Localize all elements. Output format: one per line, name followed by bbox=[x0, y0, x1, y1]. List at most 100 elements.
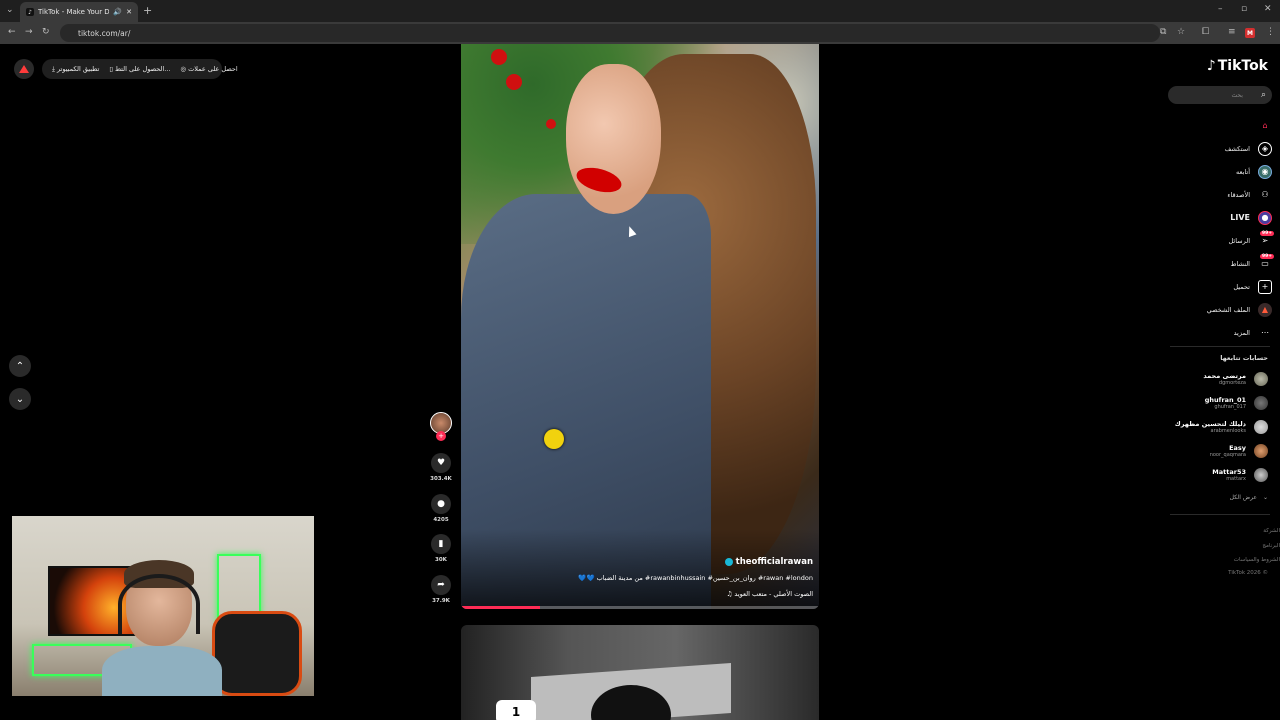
next-video-preview[interactable]: 1 bbox=[461, 625, 819, 720]
sidebar-divider bbox=[1170, 514, 1270, 515]
video-flower bbox=[546, 119, 556, 129]
following-section-title: حسابات تتابعها bbox=[1220, 354, 1268, 362]
upload-icon: + bbox=[1258, 279, 1272, 294]
like-action[interactable]: ♥ 303.4K bbox=[430, 453, 452, 482]
share-action[interactable]: ➦ 37.9K bbox=[430, 575, 452, 604]
reload-icon[interactable]: ↻ bbox=[42, 27, 50, 37]
sidebar-item-following[interactable]: أتابعه ◉ bbox=[1162, 160, 1272, 183]
like-count: 303.4K bbox=[430, 476, 452, 482]
messages-badge: 99+ bbox=[1259, 231, 1274, 236]
footer-program-link[interactable]: البرنامج bbox=[1262, 543, 1280, 549]
search-input[interactable]: بحث ⌕ bbox=[1168, 86, 1272, 104]
get-coins-link[interactable]: ◎ احصل على عملات bbox=[180, 65, 237, 73]
following-account[interactable]: Easy noor_qaqmara bbox=[1210, 444, 1268, 458]
profile-extension-badge[interactable]: M bbox=[1245, 28, 1255, 38]
browser-tab[interactable]: ♪ TikTok - Make Your Day 🔊 ✕ bbox=[20, 2, 138, 22]
profile-icon: ▲ bbox=[1258, 302, 1272, 317]
see-all-link[interactable]: عرض الكل ⌄ bbox=[1230, 494, 1268, 501]
tab-list-icon[interactable]: ⌄ bbox=[6, 5, 14, 15]
comment-count: 4205 bbox=[433, 517, 449, 523]
save-action[interactable]: ▮ 30K bbox=[430, 534, 452, 563]
following-account[interactable]: مرتضى محمد dgmorteza bbox=[1203, 372, 1268, 386]
sidebar-item-more[interactable]: المزيد ⋯ bbox=[1162, 321, 1272, 344]
share-icon[interactable]: ➦ bbox=[431, 575, 451, 595]
video-author[interactable]: theofficialrawan bbox=[724, 557, 813, 567]
minimize-icon[interactable]: – bbox=[1218, 4, 1223, 14]
avatar bbox=[1254, 420, 1268, 434]
search-placeholder: بحث bbox=[1231, 91, 1243, 99]
footer-copyright: TikTok 2026 © bbox=[1228, 570, 1268, 576]
activity-badge: 99+ bbox=[1259, 254, 1274, 259]
browser-address-bar: ← → ↻ tiktok.com/ar/ ⧉ ☆ ⧠ ≡ M ⋮ bbox=[0, 22, 1280, 44]
sidebar-item-activity[interactable]: النشاط ▭ 99+ bbox=[1162, 252, 1274, 275]
warning-icon[interactable] bbox=[14, 59, 34, 79]
avatar bbox=[1254, 396, 1268, 410]
comment-action[interactable]: ● 4205 bbox=[430, 494, 452, 523]
desktop-app-link[interactable]: ⤓ تطبيق الكمبيوتر bbox=[52, 65, 99, 74]
close-window-icon[interactable]: ✕ bbox=[1264, 4, 1272, 14]
more-icon: ⋯ bbox=[1261, 328, 1269, 337]
browser-tab-bar: ⌄ ♪ TikTok - Make Your Day 🔊 ✕ + – ▫ ✕ bbox=[0, 0, 1280, 22]
following-account[interactable]: Mattar53 mattarx bbox=[1212, 468, 1268, 482]
save-count: 30K bbox=[435, 557, 447, 563]
forward-icon[interactable]: → bbox=[25, 27, 33, 37]
video-progress-bar[interactable] bbox=[461, 606, 819, 609]
sidebar-item-messages[interactable]: الرسائل ➢ 99+ bbox=[1162, 229, 1274, 252]
back-icon[interactable]: ← bbox=[8, 27, 16, 37]
sidebar-menu: ⌂ استكشف ◈ أتابعه ◉ الأصدقاء ⚇ LIVE ● ال… bbox=[1162, 114, 1274, 344]
video-sound[interactable]: ♫ الصوت الأصلي - متعب العويد bbox=[727, 590, 813, 598]
video-player[interactable]: theofficialrawan 💙💙 من مدينة الضباب #raw… bbox=[461, 44, 819, 609]
url-field[interactable]: tiktok.com/ar/ bbox=[60, 24, 1160, 42]
tab-title: TikTok - Make Your Day bbox=[38, 8, 110, 16]
heart-icon[interactable]: ♥ bbox=[431, 453, 451, 473]
video-author-name: theofficialrawan bbox=[735, 557, 813, 567]
speaker-icon[interactable]: 🔊 bbox=[113, 8, 122, 16]
author-dot-icon bbox=[724, 558, 733, 566]
sidebar-item-upload[interactable]: تحميل + bbox=[1162, 275, 1272, 298]
follow-plus-icon[interactable]: + bbox=[436, 431, 446, 441]
tiktok-logo[interactable]: ♪ TikTok bbox=[1207, 58, 1268, 74]
sidebar-item-profile[interactable]: الملف الشخصي ▲ bbox=[1162, 298, 1272, 321]
close-tab-icon[interactable]: ✕ bbox=[126, 8, 132, 16]
friends-icon: ⚇ bbox=[1261, 190, 1269, 199]
url-text: tiktok.com/ar/ bbox=[78, 28, 131, 38]
following-account[interactable]: ghufran_01 ghufran_017 bbox=[1205, 396, 1268, 410]
webcam-chair bbox=[212, 611, 302, 696]
browser-menu-icon[interactable]: ⋮ bbox=[1266, 27, 1275, 37]
top-actions-bar: ⤓ تطبيق الكمبيوتر ▯ الحصول على التط... ◎… bbox=[42, 59, 238, 79]
get-app-link[interactable]: ▯ الحصول على التط... bbox=[109, 65, 170, 73]
media-control-icon[interactable]: ≡ bbox=[1228, 27, 1236, 37]
video-pin bbox=[544, 429, 564, 449]
footer-company-link[interactable]: الشركة bbox=[1263, 528, 1280, 534]
sidebar-item-home[interactable]: ⌂ bbox=[1162, 114, 1272, 137]
sidebar-item-friends[interactable]: الأصدقاء ⚇ bbox=[1162, 183, 1272, 206]
following-account[interactable]: دليلك لتحسين مظهرك arabmenlooks bbox=[1175, 420, 1268, 434]
extensions-icon[interactable]: ⧠ bbox=[1202, 27, 1209, 37]
next-video-button[interactable]: ⌄ bbox=[9, 388, 31, 410]
avatar bbox=[1254, 468, 1268, 482]
sidebar-item-live[interactable]: LIVE ● bbox=[1162, 206, 1272, 229]
previous-video-button[interactable]: ⌃ bbox=[9, 355, 31, 377]
video-flower bbox=[506, 74, 522, 90]
sidebar-item-explore[interactable]: استكشف ◈ bbox=[1162, 137, 1272, 160]
bookmark-icon[interactable]: ▮ bbox=[431, 534, 451, 554]
new-tab-icon[interactable]: + bbox=[143, 4, 152, 17]
compass-icon: ◈ bbox=[1258, 141, 1272, 156]
sidebar-divider bbox=[1170, 346, 1270, 347]
bookmark-star-icon[interactable]: ☆ bbox=[1177, 27, 1185, 37]
video-progress-fill bbox=[461, 606, 540, 609]
headset-icon bbox=[118, 574, 200, 634]
tiktok-note-icon: ♪ bbox=[1206, 58, 1216, 74]
search-icon[interactable]: ⌕ bbox=[1261, 90, 1266, 100]
live-icon: ● bbox=[1258, 210, 1272, 225]
following-icon: ◉ bbox=[1258, 164, 1272, 179]
video-flower bbox=[491, 49, 507, 65]
footer-terms-link[interactable]: الشروط والسياسات bbox=[1234, 557, 1280, 563]
share-count: 37.9K bbox=[432, 598, 450, 604]
tiktok-favicon-icon: ♪ bbox=[26, 8, 34, 16]
home-icon: ⌂ bbox=[1262, 121, 1268, 130]
video-description[interactable]: 💙💙 من مدينة الضباب #rawanbinhussain #روا… bbox=[578, 574, 813, 582]
maximize-icon[interactable]: ▫ bbox=[1241, 4, 1247, 14]
install-app-icon[interactable]: ⧉ bbox=[1160, 27, 1166, 37]
comment-icon[interactable]: ● bbox=[431, 494, 451, 514]
